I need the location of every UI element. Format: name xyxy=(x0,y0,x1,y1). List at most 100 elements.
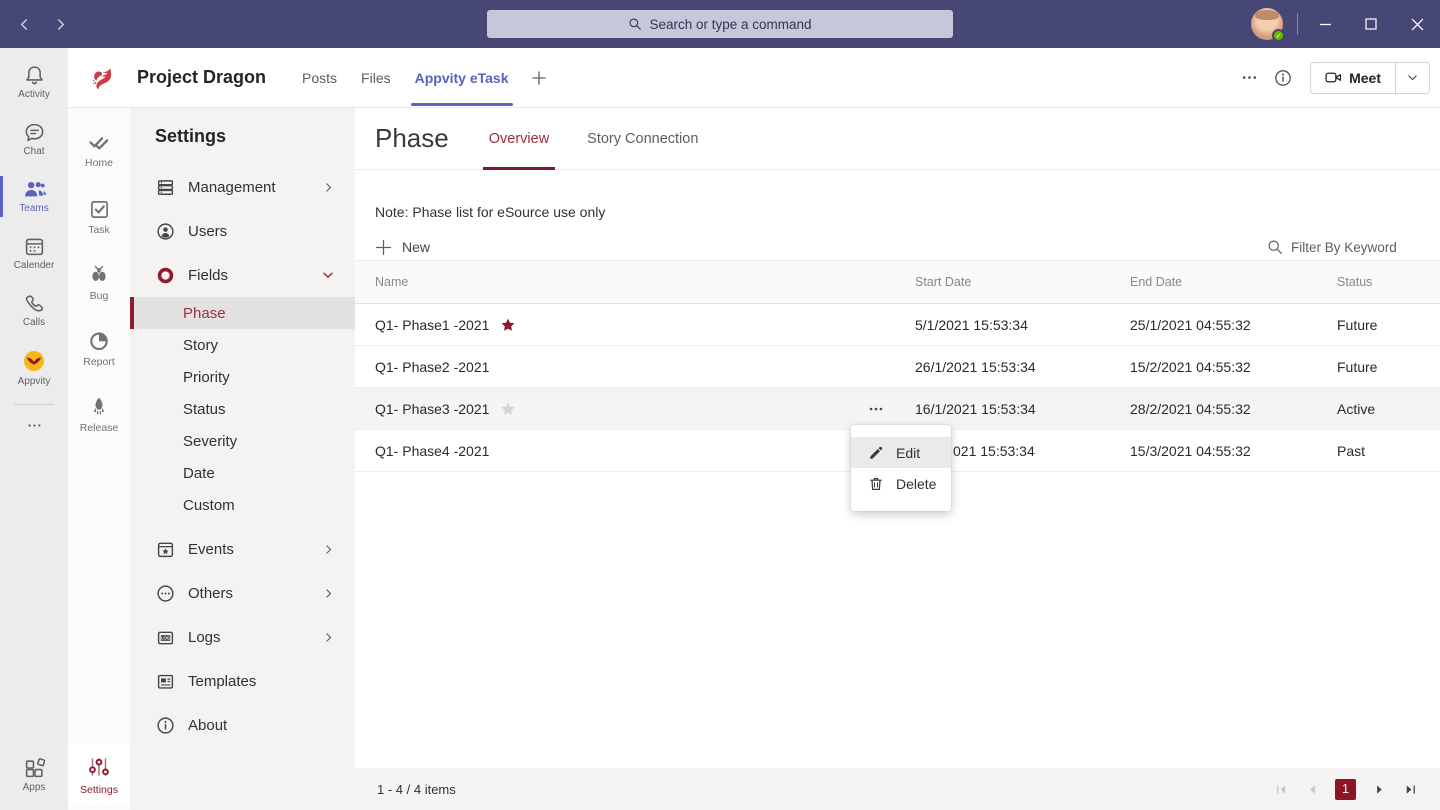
history-nav xyxy=(12,0,72,48)
settings-nav-label: Priority xyxy=(183,369,230,386)
first-page-button[interactable] xyxy=(1273,781,1289,797)
settings-nav-story[interactable]: Story xyxy=(130,329,355,361)
more-options-button[interactable] xyxy=(1234,63,1264,93)
command-search-input[interactable]: Search or type a command xyxy=(487,10,953,38)
context-menu-label: Delete xyxy=(896,476,936,492)
close-button[interactable] xyxy=(1394,0,1440,48)
favorite-star-icon[interactable] xyxy=(500,317,516,333)
settings-nav-templates[interactable]: Templates xyxy=(130,659,355,703)
forward-button[interactable] xyxy=(48,12,72,36)
divider xyxy=(1297,13,1298,35)
rail-item-label: Home xyxy=(85,157,113,169)
current-page-button[interactable]: 1 xyxy=(1335,779,1356,800)
back-button[interactable] xyxy=(12,12,36,36)
last-page-button[interactable] xyxy=(1402,781,1418,797)
presence-available-icon: ✓ xyxy=(1272,29,1285,42)
pencil-icon xyxy=(867,444,884,461)
etask-rail-report[interactable]: Report xyxy=(68,316,130,382)
settings-nav-others[interactable]: Others xyxy=(130,571,355,615)
settings-nav-status[interactable]: Status xyxy=(130,393,355,425)
settings-nav-management[interactable]: Management xyxy=(130,165,355,209)
settings-nav-date[interactable]: Date xyxy=(130,457,355,489)
rail-item-label: Chat xyxy=(23,146,44,157)
row-more-button[interactable] xyxy=(861,388,891,430)
tab-label: Overview xyxy=(489,131,549,147)
page-title: Phase xyxy=(375,123,449,154)
rail-item-chat[interactable]: Chat xyxy=(0,111,68,168)
logs-icon: LOG xyxy=(155,627,175,647)
filter-keyword-input[interactable] xyxy=(1291,240,1416,255)
table-row[interactable]: Q1- Phase1 -2021 5/1/2021 15:53:34 25/1/… xyxy=(355,304,1440,346)
new-button-label: New xyxy=(402,239,430,255)
rail-item-activity[interactable]: Activity xyxy=(0,54,68,111)
settings-nav-severity[interactable]: Severity xyxy=(130,425,355,457)
etask-rail-home[interactable]: Home xyxy=(68,118,130,184)
meet-button[interactable]: Meet xyxy=(1311,63,1395,93)
tab-appvity-etask[interactable]: Appvity eTask xyxy=(415,48,509,108)
settings-nav-label: Status xyxy=(183,401,226,418)
tab-label: Story Connection xyxy=(587,131,698,147)
meet-label: Meet xyxy=(1349,70,1381,86)
etask-rail-task[interactable]: Task xyxy=(68,184,130,250)
rail-item-calls[interactable]: Calls xyxy=(0,282,68,339)
previous-page-button[interactable] xyxy=(1304,781,1320,797)
rail-item-appvity[interactable]: Appvity xyxy=(0,339,68,396)
tab-posts[interactable]: Posts xyxy=(302,48,337,108)
tab-overview[interactable]: Overview xyxy=(489,108,549,170)
rail-more-button[interactable] xyxy=(0,405,68,445)
management-icon xyxy=(155,177,175,197)
task-icon xyxy=(89,199,110,220)
settings-nav-label: Logs xyxy=(188,629,221,646)
tab-files[interactable]: Files xyxy=(361,48,391,108)
header-actions: Meet xyxy=(1234,62,1430,94)
minimize-button[interactable] xyxy=(1302,0,1348,48)
end-date: 15/2/2021 04:55:32 xyxy=(1130,359,1337,375)
settings-nav-logs[interactable]: LOG Logs xyxy=(130,615,355,659)
rail-item-label: Calls xyxy=(23,317,45,328)
settings-nav-fields[interactable]: Fields xyxy=(130,253,355,297)
list-footer: 1 - 4 / 4 items 1 xyxy=(355,768,1440,810)
rail-item-calendar[interactable]: Calender xyxy=(0,225,68,282)
settings-nav-label: Custom xyxy=(183,497,235,514)
favorite-star-icon[interactable] xyxy=(500,401,516,417)
etask-rail-bug[interactable]: Bug xyxy=(68,250,130,316)
rail-item-label: Apps xyxy=(23,782,46,793)
new-button[interactable]: New xyxy=(375,239,430,256)
rail-item-apps[interactable]: Apps xyxy=(0,747,68,804)
settings-nav-about[interactable]: About xyxy=(130,703,355,747)
context-menu-delete[interactable]: Delete xyxy=(851,468,951,499)
table-row[interactable]: Q1- Phase2 -2021 26/1/2021 15:53:34 15/2… xyxy=(355,346,1440,388)
chevron-right-icon xyxy=(53,17,68,32)
channel-info-button[interactable] xyxy=(1268,63,1298,93)
context-menu-edit[interactable]: Edit xyxy=(851,437,951,468)
add-tab-button[interactable] xyxy=(531,70,547,86)
note-text: Note: Phase list for eSource use only xyxy=(375,204,605,220)
pagination: 1 xyxy=(1273,779,1418,800)
settings-nav-phase[interactable]: Phase xyxy=(130,297,355,329)
settings-nav-custom[interactable]: Custom xyxy=(130,489,355,521)
channel-header: Project Dragon Posts Files Appvity eTask… xyxy=(68,48,1440,108)
ellipsis-icon xyxy=(867,400,885,418)
meet-dropdown-button[interactable] xyxy=(1395,63,1429,93)
team-name: Project Dragon xyxy=(137,67,266,88)
etask-rail-release[interactable]: Release xyxy=(68,382,130,448)
settings-nav-label: Events xyxy=(188,541,234,558)
maximize-button[interactable] xyxy=(1348,0,1394,48)
settings-sliders-icon xyxy=(86,754,112,780)
rail-item-teams[interactable]: Teams xyxy=(0,168,68,225)
end-date: 28/2/2021 04:55:32 xyxy=(1130,401,1337,417)
row-context-menu: Edit Delete xyxy=(851,425,951,511)
avatar[interactable]: ✓ xyxy=(1251,8,1283,40)
tab-story-connection[interactable]: Story Connection xyxy=(587,108,698,170)
rail-item-label: Calender xyxy=(14,260,55,271)
column-header-name: Name xyxy=(375,275,915,289)
table-row[interactable]: Q1- Phase3 -2021 16/1/2021 15:53:34 28/2… xyxy=(355,388,1440,430)
status-value: Past xyxy=(1337,443,1440,459)
settings-nav-events[interactable]: Events xyxy=(130,527,355,571)
etask-rail-settings[interactable]: Settings xyxy=(68,744,130,806)
settings-nav-priority[interactable]: Priority xyxy=(130,361,355,393)
column-header-end-date: End Date xyxy=(1130,275,1337,289)
settings-nav-users[interactable]: Users xyxy=(130,209,355,253)
users-icon xyxy=(155,221,175,241)
next-page-button[interactable] xyxy=(1371,781,1387,797)
